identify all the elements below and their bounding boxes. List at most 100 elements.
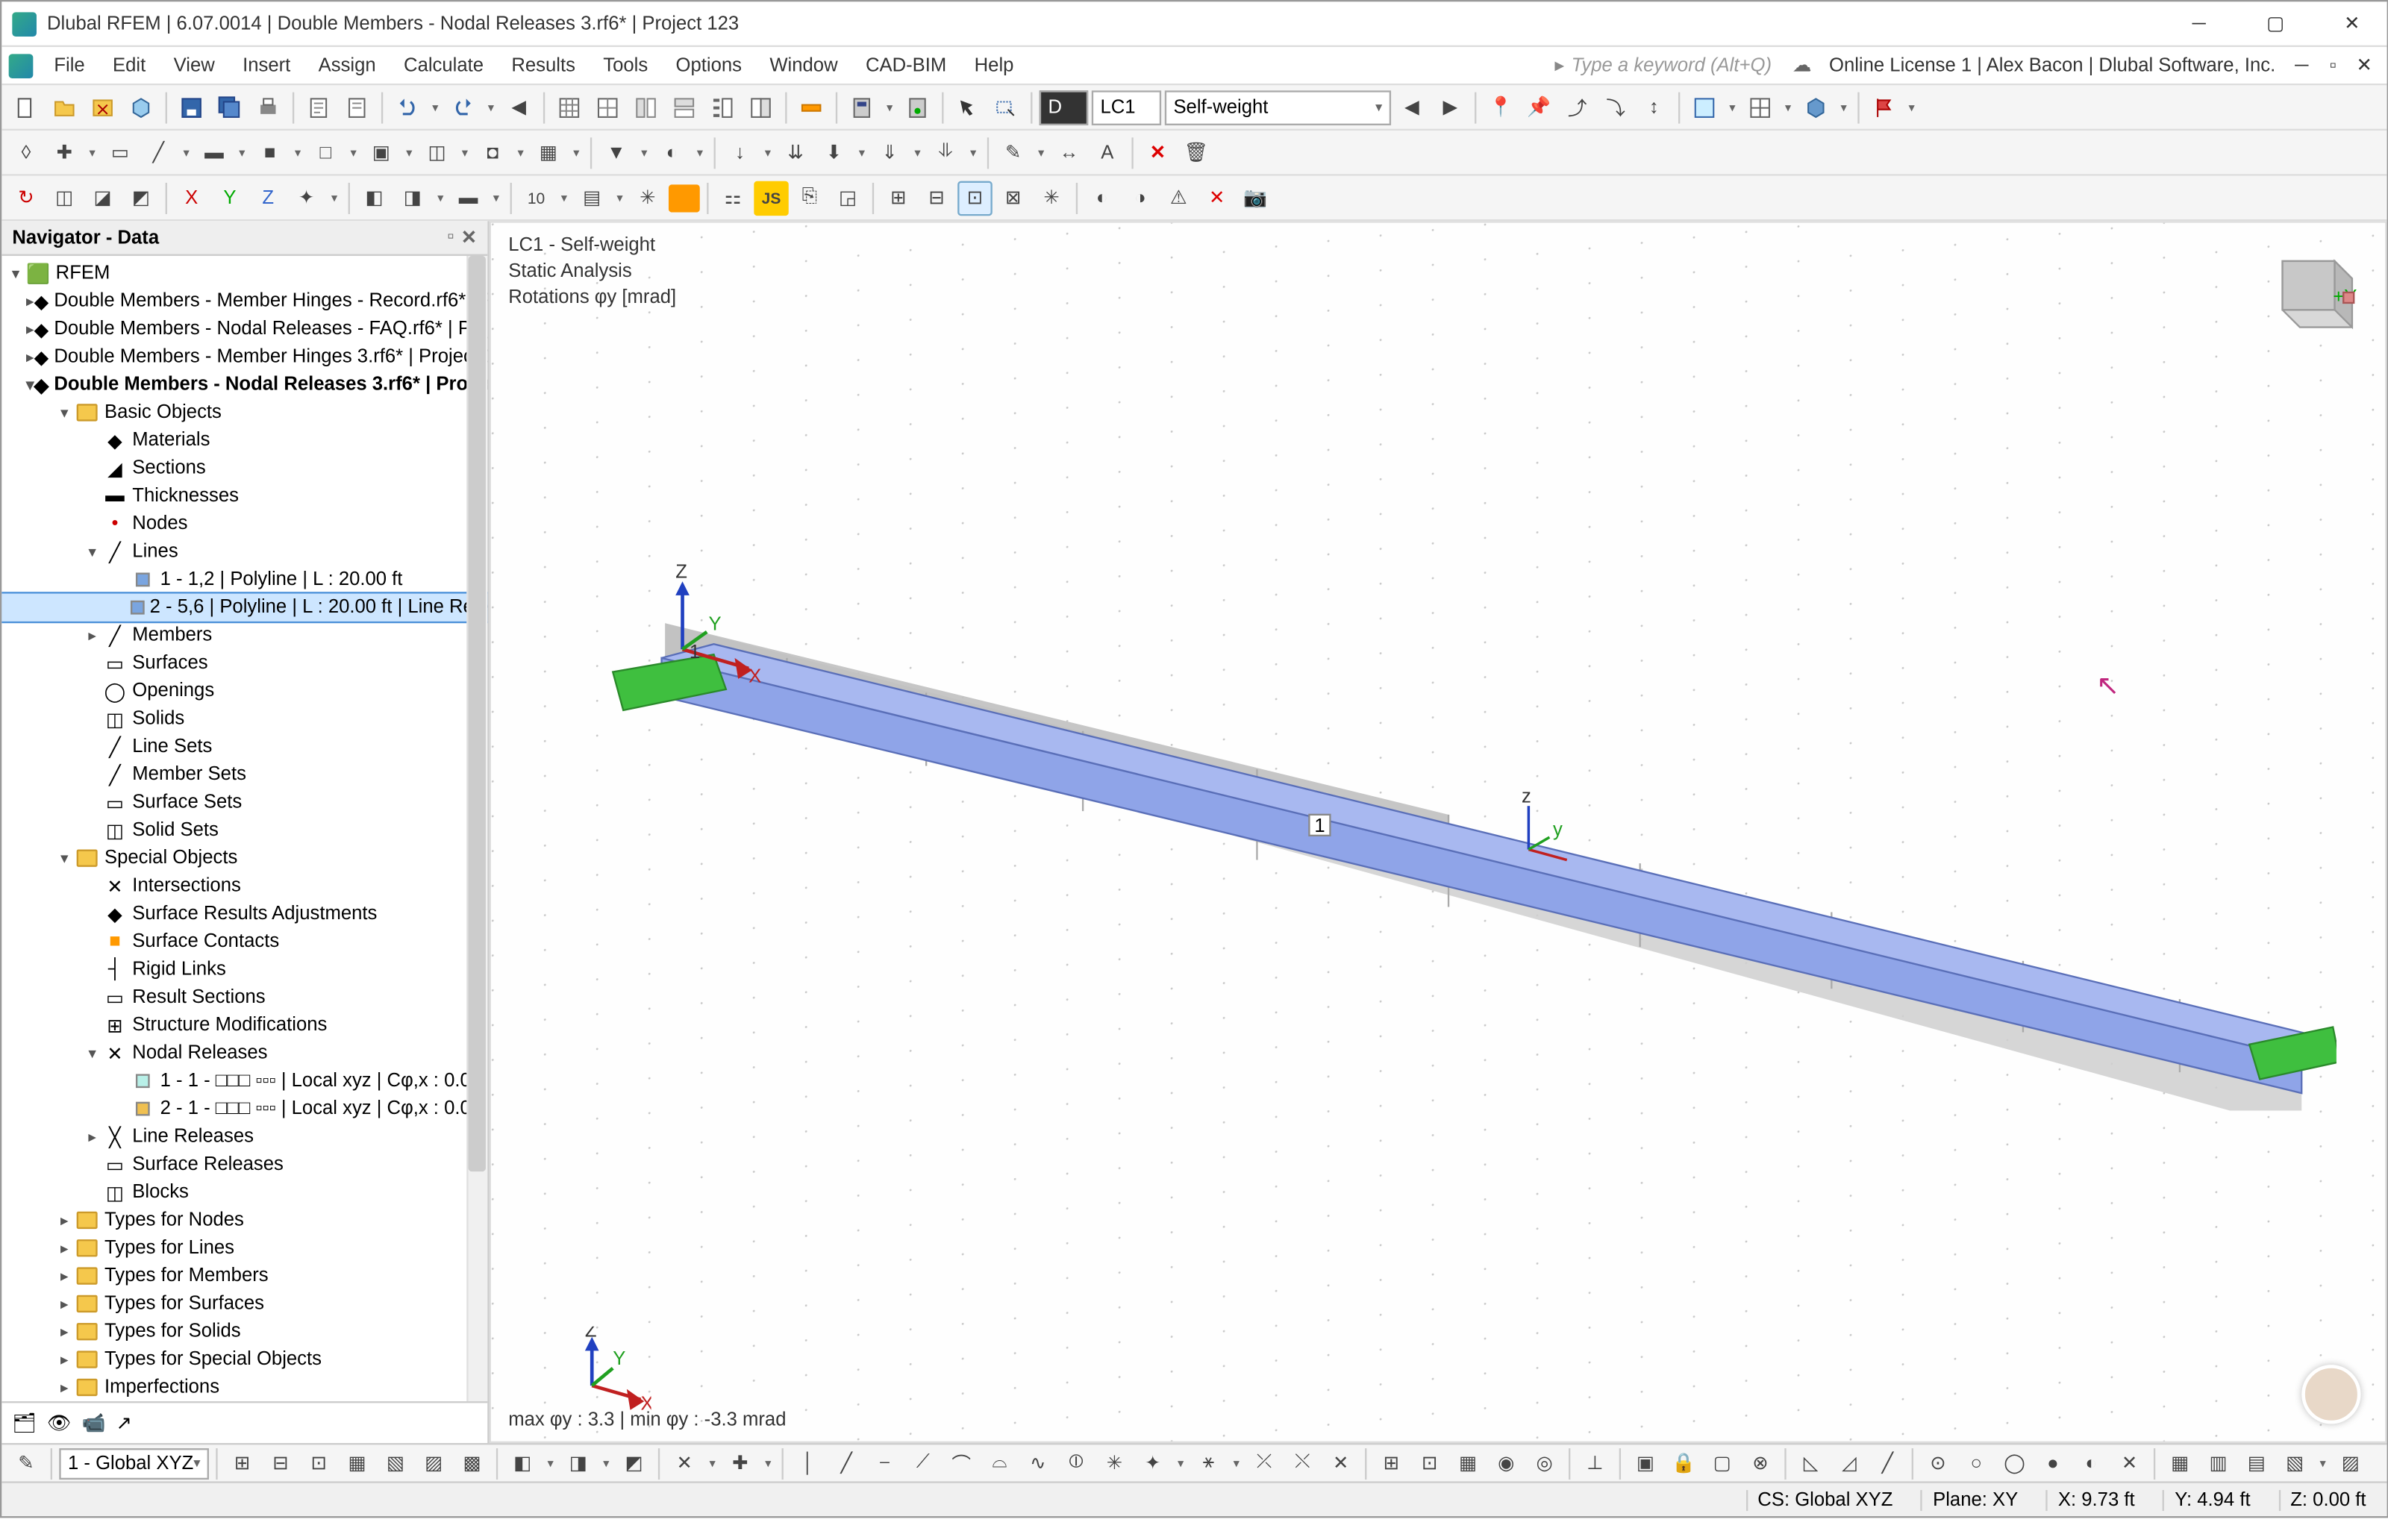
tree-types-surfaces[interactable]: ▸Types for Surfaces [1, 1290, 487, 1318]
t3-cam-icon[interactable]: 📷 [1238, 180, 1273, 215]
t3-g3-icon[interactable]: ⎘ [793, 180, 828, 215]
t3-m5-icon[interactable]: ✳ [1034, 180, 1069, 215]
t2-3-icon[interactable]: ▭ [103, 135, 138, 170]
tree-nr[interactable]: ▾✕Nodal Releases [1, 1039, 487, 1067]
tree-rs[interactable]: ▭Result Sections [1, 983, 487, 1011]
bt-v3-icon[interactable]: ▦ [1451, 1446, 1486, 1481]
report-icon[interactable] [301, 90, 337, 125]
open-icon[interactable] [47, 90, 82, 125]
tree-surface-sets[interactable]: ▭Surface Sets [1, 789, 487, 816]
tree-surfaces[interactable]: ▭Surfaces [1, 649, 487, 677]
t2-del-icon[interactable]: ✕ [1140, 135, 1175, 170]
tree-model-0[interactable]: ▸◆Double Members - Member Hinges - Recor… [1, 287, 487, 315]
tree-thicknesses[interactable]: ▬Thicknesses [1, 482, 487, 510]
t3-g1-icon[interactable]: ⚏ [716, 180, 751, 215]
bt-d3-icon[interactable]: ╱ [1870, 1446, 1905, 1481]
t2-edit-icon[interactable]: ✎ [995, 135, 1031, 170]
t3-s2-icon[interactable]: ✳ [631, 180, 666, 215]
flag-icon[interactable] [1866, 90, 1901, 125]
tree-nodes[interactable]: •Nodes [1, 510, 487, 538]
t3-ref-icon[interactable]: ↻ [9, 180, 44, 215]
pin1-icon[interactable]: 📍 [1484, 90, 1519, 125]
tree-solids[interactable]: ◫Solids [1, 705, 487, 733]
calc-icon[interactable] [845, 90, 880, 125]
layout2-icon[interactable] [667, 90, 702, 125]
tree-imperfections[interactable]: ▸Imperfections [1, 1374, 487, 1401]
tree-model-3[interactable]: ▾◆Double Members - Nodal Releases 3.rf6*… [1, 371, 487, 398]
close-button[interactable]: ✕ [2328, 6, 2376, 41]
tree-model-1[interactable]: ▸◆Double Members - Nodal Releases - FAQ.… [1, 315, 487, 342]
t2-1-icon[interactable]: ◊ [9, 135, 44, 170]
loadcase-name-combo[interactable]: Self-weight▾ [1165, 90, 1391, 125]
bt-l10d[interactable]: ▾ [1174, 1456, 1188, 1471]
tree-member-sets[interactable]: ╱Member Sets [1, 761, 487, 789]
tree-types-special[interactable]: ▸Types for Special Objects [1, 1345, 487, 1373]
tree-intersections[interactable]: ✕Intersections [1, 872, 487, 900]
select-icon[interactable] [951, 90, 986, 125]
report2-icon[interactable] [340, 90, 375, 125]
menu-help[interactable]: Help [960, 51, 1028, 79]
tree-scrollbar[interactable] [466, 256, 487, 1401]
redo-icon[interactable] [446, 90, 481, 125]
units-icon[interactable] [794, 90, 829, 125]
bt-g3-icon[interactable]: ⊡ [301, 1446, 337, 1481]
bt-g4-icon[interactable]: ▦ [340, 1446, 375, 1481]
t2-load2-icon[interactable]: ⇊ [778, 135, 813, 170]
t3-m3-icon[interactable]: ⊡ [957, 180, 993, 215]
bt-l4-icon[interactable]: ⟋ [906, 1446, 941, 1481]
t2-6d[interactable]: ▾ [291, 145, 305, 160]
t2-support-icon[interactable]: ▼ [599, 135, 634, 170]
bt-p4d[interactable]: ▾ [2316, 1456, 2330, 1471]
menu-view[interactable]: View [160, 51, 229, 79]
bt-p5-icon[interactable]: ▨ [2334, 1446, 2369, 1481]
t3-10d[interactable]: ▾ [557, 190, 572, 204]
menu-assign[interactable]: Assign [304, 51, 390, 79]
new-icon[interactable] [9, 90, 44, 125]
bt-l11d[interactable]: ▾ [1229, 1456, 1243, 1471]
t2-txt-icon[interactable]: A [1090, 135, 1125, 170]
nav-pin-icon[interactable]: ▫ [447, 226, 454, 248]
render-icon[interactable] [1798, 90, 1834, 125]
block-icon[interactable] [124, 90, 159, 125]
t2-ed[interactable]: ▾ [1034, 145, 1048, 160]
calc-dropdown-icon[interactable]: ▾ [883, 100, 897, 114]
tree-sm[interactable]: ⊞Structure Modifications [1, 1011, 487, 1039]
t3-g4-icon[interactable]: ◲ [831, 180, 866, 215]
t2-trash-icon[interactable]: 🗑 [1178, 135, 1213, 170]
t2-l5d[interactable]: ▾ [966, 145, 981, 160]
menu-window[interactable]: Window [756, 51, 852, 79]
table-icon[interactable] [552, 90, 587, 125]
bt-p1-icon[interactable]: ▦ [2163, 1446, 2198, 1481]
loadcase-type-badge[interactable]: D [1040, 90, 1088, 125]
bt-g1-icon[interactable]: ⊞ [225, 1446, 260, 1481]
nav-cube[interactable]: +Y [2257, 240, 2361, 345]
t2-load-icon[interactable]: ↓ [722, 135, 757, 170]
menu-results[interactable]: Results [498, 51, 590, 79]
layout-icon[interactable] [628, 90, 663, 125]
bt-sn1-icon[interactable]: ✕ [667, 1446, 702, 1481]
t3-z-icon[interactable]: Z [251, 180, 286, 215]
bt-s1d[interactable]: ▾ [543, 1456, 557, 1471]
t2-hd[interactable]: ▾ [693, 145, 707, 160]
show-all-icon[interactable] [1687, 90, 1722, 125]
navigator-tree[interactable]: ▾🟩RFEM ▸◆Double Members - Member Hinges … [1, 256, 487, 1401]
bt-l5-icon[interactable]: ⌒ [944, 1446, 979, 1481]
bt-l7-icon[interactable]: ∿ [1021, 1446, 1056, 1481]
calc2-icon[interactable] [900, 90, 935, 125]
tree-types-members[interactable]: ▸Types for Members [1, 1262, 487, 1289]
t2-10d[interactable]: ▾ [513, 145, 528, 160]
tree-lines[interactable]: ▾╱Lines [1, 538, 487, 566]
t2-5-icon[interactable]: ▬ [197, 135, 232, 170]
t2-7d[interactable]: ▾ [346, 145, 360, 160]
bt-v4-icon[interactable]: ◉ [1489, 1446, 1524, 1481]
menu-options[interactable]: Options [662, 51, 756, 79]
tree-types-solids[interactable]: ▸Types for Solids [1, 1318, 487, 1345]
pin2-icon[interactable]: 📌 [1522, 90, 1557, 125]
mesh-icon[interactable] [1742, 90, 1778, 125]
pin5-icon[interactable]: ↕ [1637, 90, 1672, 125]
t3-r2-icon[interactable]: ◑ [1123, 180, 1158, 215]
bt-g7-icon[interactable]: ▩ [454, 1446, 490, 1481]
t2-sd[interactable]: ▾ [637, 145, 651, 160]
bt-d1-icon[interactable]: ◺ [1793, 1446, 1828, 1481]
t3-c3-icon[interactable]: ▬ [451, 180, 486, 215]
